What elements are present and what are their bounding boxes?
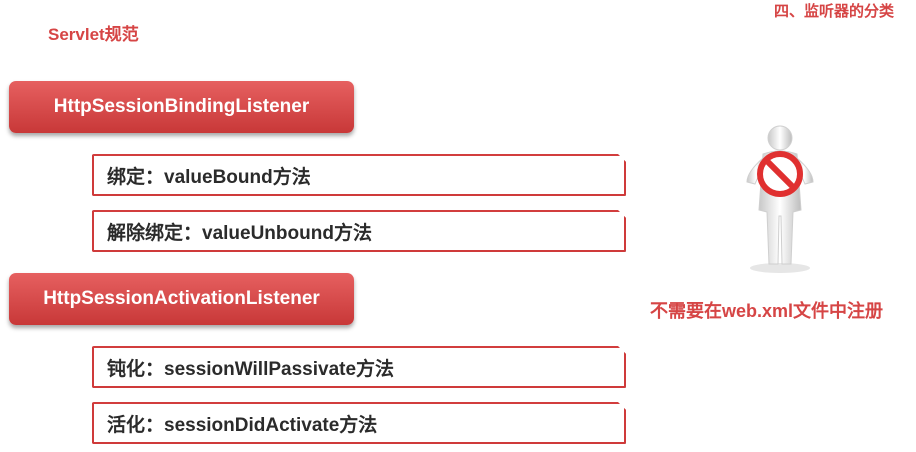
method-value-unbound: 解除绑定：valueUnbound方法 — [92, 210, 626, 252]
no-sign-person-icon — [735, 124, 825, 274]
spec-title: Servlet规范 — [48, 25, 139, 44]
method-session-did-activate: 活化：sessionDidActivate方法 — [92, 402, 626, 444]
method-value-bound: 绑定：valueBound方法 — [92, 154, 626, 196]
method-session-will-passivate: 钝化：sessionWillPassivate方法 — [92, 346, 626, 388]
activation-listener-label: HttpSessionActivationListener — [9, 273, 354, 325]
section-title: 四、监听器的分类 — [773, 3, 894, 20]
no-registration-note: 不需要在web.xml文件中注册 — [650, 301, 884, 321]
binding-listener-label: HttpSessionBindingListener — [9, 81, 354, 133]
